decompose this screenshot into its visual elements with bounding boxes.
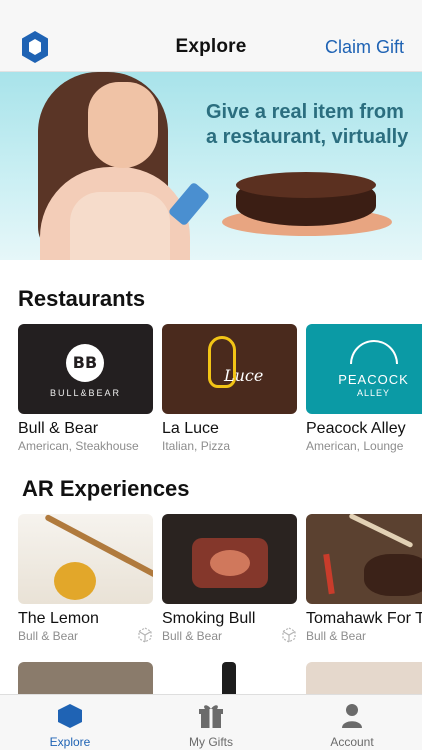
promo-banner[interactable]: Give a real item from a restaurant, virt…: [0, 72, 422, 260]
restaurants-section-title: Restaurants: [18, 286, 146, 311]
restaurant-logo: BB BULL&BEAR: [18, 324, 153, 414]
ar-dish-name: The Lemon: [18, 610, 99, 627]
person-icon: [342, 704, 362, 728]
restaurant-card-la-luce[interactable]: Luce La Luce Italian, Pizza: [162, 324, 297, 453]
tab-bar: Explore My Gifts Account: [0, 694, 422, 750]
ar-dish-image: [162, 514, 297, 604]
ar-dish-name: Tomahawk For T: [306, 610, 422, 627]
peacock-icon: [350, 340, 398, 364]
ar-section-title: AR Experiences: [22, 476, 190, 501]
ar-cube-icon: [138, 627, 152, 643]
nav-header: Explore Claim Gift: [0, 0, 422, 72]
tab-account[interactable]: Account: [282, 695, 422, 750]
restaurant-cuisine: Italian, Pizza: [162, 439, 231, 453]
tab-explore[interactable]: Explore: [0, 695, 140, 750]
la-luce-logo: Luce: [224, 366, 264, 385]
logo-caption: ALLEY: [356, 388, 391, 398]
restaurant-cuisine: American, Lounge: [306, 439, 404, 453]
restaurant-cuisine: American, Steakhouse: [18, 439, 139, 453]
restaurant-card-bull-bear[interactable]: BB BULL&BEAR Bull & Bear American, Steak…: [18, 324, 153, 453]
ar-dish-image: [306, 514, 422, 604]
tab-label: My Gifts: [189, 735, 233, 749]
hexagon-icon: [58, 704, 82, 728]
ar-cube-icon: [282, 627, 296, 643]
bull-bear-logo: BB: [66, 344, 104, 382]
ar-card-the-lemon[interactable]: The Lemon Bull & Bear: [18, 514, 153, 643]
gift-icon: [199, 705, 223, 728]
ar-restaurant-name: Bull & Bear: [306, 629, 367, 643]
restaurant-card-peacock-alley[interactable]: PEACOCK ALLEY Peacock Alley American, Lo…: [306, 324, 422, 453]
restaurant-name: Bull & Bear: [18, 420, 99, 437]
restaurant-name: La Luce: [162, 420, 219, 437]
ar-card-tomahawk[interactable]: Tomahawk For T Bull & Bear: [306, 514, 422, 643]
tab-label: Explore: [49, 735, 91, 749]
logo-caption: BULL&BEAR: [49, 388, 122, 398]
restaurant-logo: PEACOCK ALLEY: [306, 324, 422, 414]
ar-dish-image: [18, 514, 153, 604]
peacock-logo: PEACOCK: [338, 372, 409, 387]
restaurant-name: Peacock Alley: [306, 420, 406, 437]
banner-headline: Give a real item from a restaurant, virt…: [206, 101, 409, 148]
ar-restaurant-name: Bull & Bear: [18, 629, 79, 643]
claim-gift-button[interactable]: Claim Gift: [325, 37, 404, 58]
tab-label: Account: [330, 735, 374, 749]
ar-card-smoking-bull[interactable]: Smoking Bull Bull & Bear: [162, 514, 297, 643]
tab-my-gifts[interactable]: My Gifts: [141, 695, 281, 750]
ar-restaurant-name: Bull & Bear: [162, 629, 223, 643]
ar-dish-name: Smoking Bull: [162, 610, 256, 627]
restaurant-logo: Luce: [162, 324, 297, 414]
